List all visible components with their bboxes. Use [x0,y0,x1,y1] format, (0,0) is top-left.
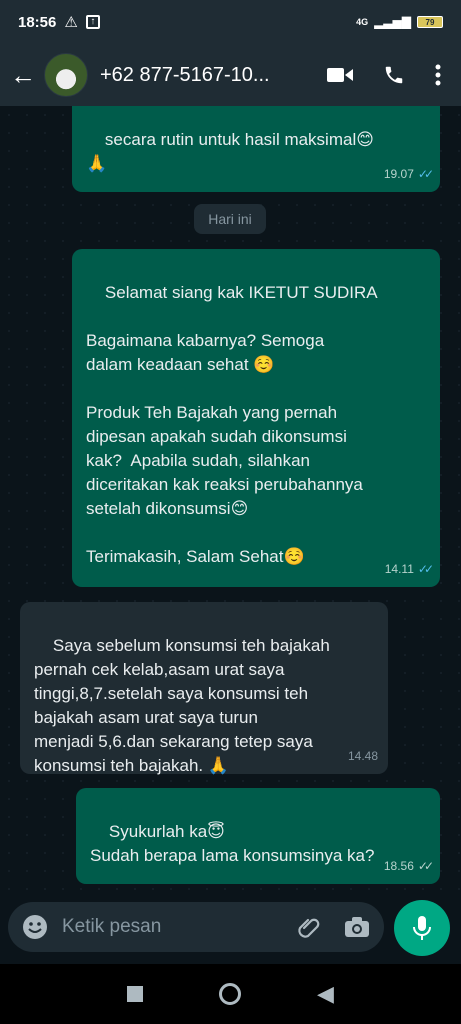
message-time: 14.11 [384,562,414,576]
read-ticks-icon: ✓✓ [417,562,434,576]
recents-icon[interactable] [127,986,144,1002]
mic-icon [413,916,431,940]
home-icon[interactable] [219,983,242,1005]
message-text: Selamat siang kak IKETUT SUDIRA Bagaiman… [86,283,378,566]
signal-icon: ▂▃▅▇ [374,15,411,29]
emoji-icon[interactable] [22,914,48,940]
back-arrow-icon[interactable]: ← [10,60,38,91]
chat-header: ← +62 877-5167-10... [0,44,461,106]
contact-name[interactable]: +62 877-5167-10... [100,64,300,87]
message-time: 19.07 [383,167,414,181]
day-separator: Hari ini [194,204,266,234]
back-icon[interactable]: ◀ [317,981,334,1007]
input-bar: Ketik pesan [0,894,461,964]
message-bubble[interactable]: secara rutin untuk hasil maksimal😊 🙏 19.… [72,106,440,192]
system-nav-bar: ◀ [0,964,461,1024]
message-bubble[interactable]: Syukurlah ka😇 Sudah berapa lama konsumsi… [76,788,440,884]
read-ticks-icon: ✓✓ [417,167,434,181]
message-text: Syukurlah ka😇 Sudah berapa lama konsumsi… [90,822,375,865]
delivered-ticks-icon: ✓✓ [417,859,434,873]
network-type: 4G [356,17,369,27]
attach-icon[interactable] [296,914,322,940]
more-options-icon[interactable] [435,64,441,86]
mic-button[interactable] [394,900,450,956]
message-text: Saya sebelum konsumsi teh bajakah pernah… [34,636,330,775]
camera-icon[interactable] [344,916,370,938]
warning-icon: ⚠ [64,14,78,31]
battery-icon: 79 [417,16,443,28]
message-text: secara rutin untuk hasil maksimal😊 🙏 [86,130,374,173]
chat-area[interactable]: secara rutin untuk hasil maksimal😊 🙏 19.… [0,106,461,894]
phone-call-icon[interactable] [383,64,405,86]
input-placeholder[interactable]: Ketik pesan [62,916,296,938]
status-time: 18:56 [18,13,57,31]
message-bubble[interactable]: Saya sebelum konsumsi teh bajakah pernah… [20,602,388,775]
message-input[interactable]: Ketik pesan [8,902,384,952]
message-time: 14.48 [347,749,378,763]
status-bar: 18:56 ⚠ ↑ 4G ▂▃▅▇ 79 [0,0,461,44]
video-call-icon[interactable] [327,66,353,84]
upload-icon: ↑ [85,15,100,29]
battery-level: 79 [425,17,435,27]
message-bubble[interactable]: Selamat siang kak IKETUT SUDIRA Bagaiman… [72,249,440,587]
message-time: 18.56 [383,859,414,873]
avatar[interactable] [44,53,88,97]
